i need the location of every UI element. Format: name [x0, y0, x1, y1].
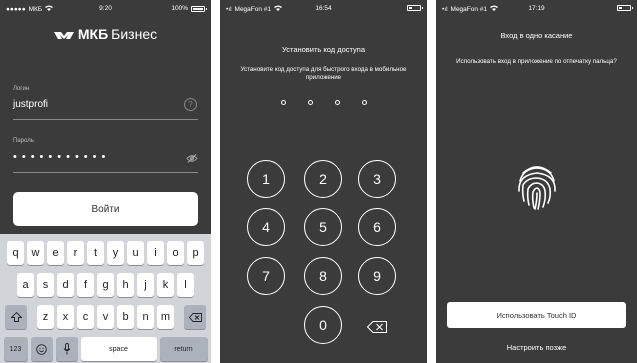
- microphone-key[interactable]: [55, 337, 78, 361]
- digit-key-1[interactable]: 1: [247, 160, 285, 198]
- key-q[interactable]: q: [7, 241, 24, 265]
- return-key[interactable]: return: [159, 337, 208, 361]
- digit-key-9[interactable]: 9: [358, 257, 396, 295]
- key-w[interactable]: w: [27, 241, 44, 265]
- keyboard: qwertyuiop asdfghjkl zxcvbnm 123 space r…: [0, 234, 211, 363]
- shift-key[interactable]: [5, 305, 27, 329]
- key-e[interactable]: e: [47, 241, 64, 265]
- key-i[interactable]: i: [147, 241, 164, 265]
- password-underline: [13, 172, 198, 173]
- touchid-title: Вход в одно касание: [500, 31, 573, 40]
- pin-dot: [334, 100, 340, 105]
- digit-key-5[interactable]: 5: [304, 208, 342, 246]
- key-y[interactable]: y: [107, 241, 124, 265]
- logo-text-light: Бизнес: [111, 26, 158, 42]
- key-n[interactable]: n: [137, 305, 154, 329]
- pin-screen: •ıl MegaFon #1 16:54 Установить код дост…: [220, 0, 427, 363]
- status-bar: •ıl MegaFon #1 16:54: [220, 0, 427, 18]
- key-m[interactable]: m: [157, 305, 174, 329]
- digit-key-0[interactable]: 0: [304, 306, 342, 344]
- battery-icon: [407, 5, 423, 11]
- key-j[interactable]: j: [137, 273, 154, 297]
- key-r[interactable]: r: [67, 241, 84, 265]
- battery-icon: [191, 5, 207, 12]
- key-g[interactable]: g: [97, 273, 114, 297]
- key-o[interactable]: o: [167, 241, 184, 265]
- pin-title: Установить код доступа: [281, 45, 366, 54]
- password-input[interactable]: •••••••••••: [13, 151, 110, 163]
- login-button[interactable]: Войти: [13, 192, 198, 226]
- pin-subtitle: Установите код доступа для быстрого вход…: [240, 66, 407, 81]
- setup-later-link[interactable]: Настроить позже: [436, 343, 637, 352]
- status-time: 16:54: [315, 5, 332, 12]
- pin-dot: [361, 100, 367, 105]
- digit-key-2[interactable]: 2: [304, 160, 342, 198]
- use-touchid-button[interactable]: Использовать Touch ID: [447, 302, 626, 328]
- key-t[interactable]: t: [87, 241, 104, 265]
- login-screen: ●●●●● МКБ 9:20 100% МКБ Бизнес Логин just…: [0, 0, 211, 363]
- key-a[interactable]: a: [17, 273, 34, 297]
- touchid-subtitle: Использовать вход в приложение по отпеча…: [456, 58, 617, 65]
- digit-key-3[interactable]: 3: [358, 160, 396, 198]
- status-time: 17:19: [528, 5, 545, 12]
- space-key[interactable]: space: [80, 337, 157, 361]
- battery-icon: [617, 5, 633, 11]
- key-d[interactable]: d: [57, 273, 74, 297]
- key-u[interactable]: u: [127, 241, 144, 265]
- key-l[interactable]: l: [177, 273, 194, 297]
- digit-key-4[interactable]: 4: [247, 208, 285, 246]
- key-p[interactable]: p: [187, 241, 204, 265]
- status-bar: ●●●●● МКБ 9:20 100%: [0, 0, 211, 18]
- backspace-icon[interactable]: [366, 320, 387, 338]
- battery-percent: 100%: [171, 5, 188, 12]
- help-icon[interactable]: ?: [184, 98, 197, 111]
- key-c[interactable]: c: [77, 305, 94, 329]
- digit-key-7[interactable]: 7: [247, 257, 285, 295]
- key-h[interactable]: h: [117, 273, 134, 297]
- logo-text-bold: МКБ: [77, 26, 109, 42]
- mkb-logo-icon: [53, 27, 74, 43]
- pin-dot: [307, 100, 313, 105]
- pin-dot: [280, 100, 286, 105]
- password-label: Пароль: [13, 138, 34, 144]
- backspace-key[interactable]: [184, 305, 206, 329]
- key-z[interactable]: z: [37, 305, 54, 329]
- digit-key-6[interactable]: 6: [358, 208, 396, 246]
- touchid-screen: •ıl MegaFon #1 17:19 Вход в одно касание…: [436, 0, 637, 363]
- digit-key-8[interactable]: 8: [304, 257, 342, 295]
- key-x[interactable]: x: [57, 305, 74, 329]
- login-input[interactable]: justprofi: [13, 99, 48, 110]
- login-underline: [13, 119, 198, 120]
- numbers-key[interactable]: 123: [3, 337, 28, 361]
- key-v[interactable]: v: [97, 305, 114, 329]
- hide-password-icon[interactable]: [186, 150, 198, 168]
- key-f[interactable]: f: [77, 273, 94, 297]
- key-s[interactable]: s: [37, 273, 54, 297]
- app-logo: МКБ Бизнес: [0, 26, 211, 43]
- fingerprint-icon: [515, 161, 559, 216]
- pin-indicator: [220, 100, 427, 105]
- login-label: Логин: [13, 86, 30, 92]
- key-b[interactable]: b: [117, 305, 134, 329]
- status-bar: •ıl MegaFon #1 17:19: [436, 0, 637, 18]
- key-k[interactable]: k: [157, 273, 174, 297]
- emoji-key[interactable]: [30, 337, 53, 361]
